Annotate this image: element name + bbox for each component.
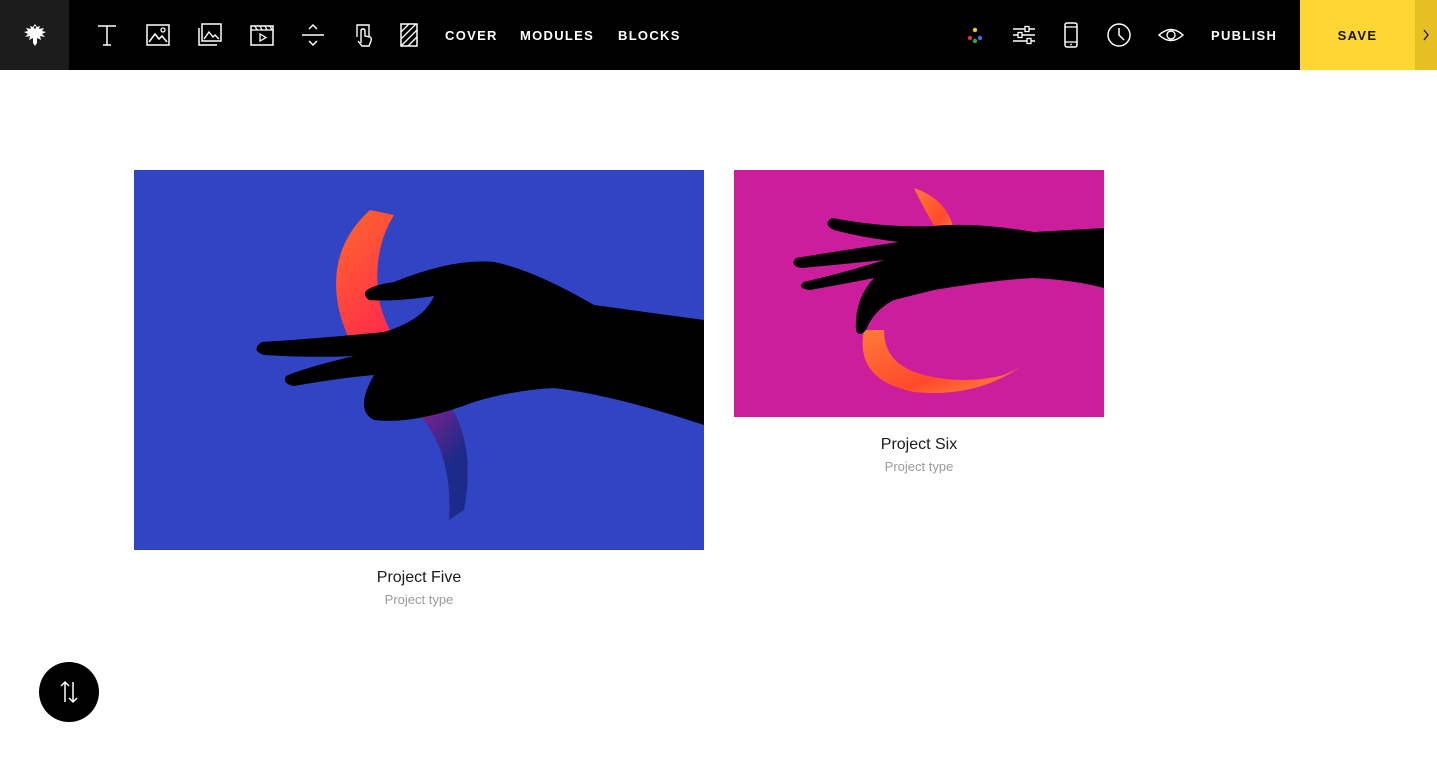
add-text-button[interactable] bbox=[90, 18, 124, 52]
button-icon bbox=[356, 24, 373, 47]
preview-eye-icon bbox=[1157, 28, 1185, 42]
settings-button[interactable] bbox=[1007, 18, 1041, 52]
chevron-right-icon bbox=[1423, 29, 1429, 41]
video-icon bbox=[250, 25, 274, 46]
history-button[interactable] bbox=[1102, 18, 1136, 52]
project-card[interactable]: Project Six Project type bbox=[734, 170, 1104, 475]
logo[interactable] bbox=[0, 0, 69, 70]
mobile-view-button[interactable] bbox=[1054, 18, 1088, 52]
add-gallery-button[interactable] bbox=[193, 18, 227, 52]
colors-icon bbox=[967, 27, 983, 44]
preview-button[interactable] bbox=[1154, 18, 1188, 52]
project-card[interactable]: Project Five Project type bbox=[134, 170, 704, 608]
mobile-icon bbox=[1064, 22, 1078, 48]
project-thumbnail[interactable] bbox=[734, 170, 1104, 417]
add-button-button[interactable] bbox=[346, 18, 380, 52]
spacer-icon bbox=[302, 23, 324, 47]
save-button[interactable]: SAVE bbox=[1300, 0, 1415, 70]
project-type: Project type bbox=[884, 459, 954, 474]
nav-cover[interactable]: COVER bbox=[445, 0, 498, 70]
image-icon bbox=[146, 24, 170, 46]
grid-icon bbox=[400, 23, 418, 47]
project-thumbnail[interactable] bbox=[134, 170, 704, 550]
project-image bbox=[134, 170, 704, 550]
editor-toolbar: COVER MODULES BLOCKS PUBLISH SAVE bbox=[0, 0, 1437, 70]
add-spacer-button[interactable] bbox=[296, 18, 330, 52]
gallery-icon bbox=[198, 23, 222, 46]
eagle-emblem-icon bbox=[23, 24, 46, 46]
publish-button[interactable]: PUBLISH bbox=[1211, 0, 1277, 70]
project-image bbox=[734, 170, 1104, 417]
text-icon bbox=[98, 25, 116, 46]
save-options-button[interactable] bbox=[1415, 0, 1437, 70]
add-grid-button[interactable] bbox=[392, 18, 426, 52]
colors-button[interactable] bbox=[958, 18, 992, 52]
nav-blocks[interactable]: BLOCKS bbox=[618, 0, 681, 70]
project-title[interactable]: Project Five bbox=[134, 568, 704, 588]
settings-sliders-icon bbox=[1013, 25, 1035, 45]
reorder-button[interactable] bbox=[39, 662, 99, 722]
history-clock-icon bbox=[1107, 23, 1131, 47]
add-video-button[interactable] bbox=[245, 18, 279, 52]
project-type: Project type bbox=[384, 592, 454, 607]
nav-modules[interactable]: MODULES bbox=[520, 0, 594, 70]
reorder-arrows-icon bbox=[60, 680, 78, 704]
add-image-button[interactable] bbox=[141, 18, 175, 52]
project-title[interactable]: Project Six bbox=[734, 435, 1104, 455]
